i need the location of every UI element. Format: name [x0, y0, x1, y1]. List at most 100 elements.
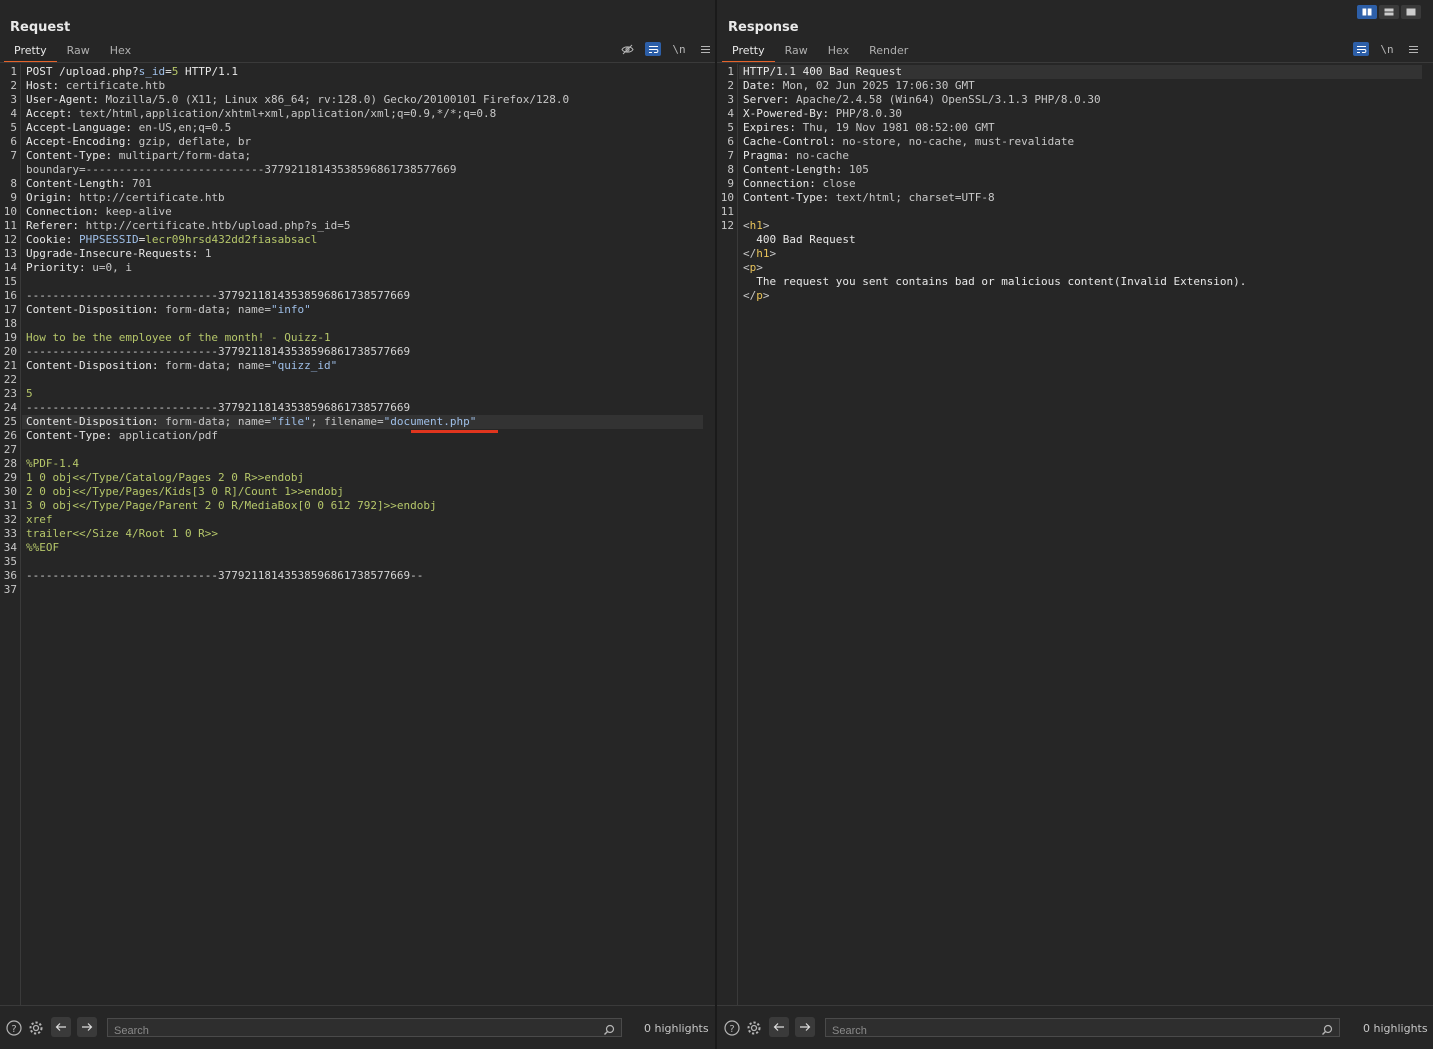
line-number: 27	[3, 443, 17, 456]
settings-gear-icon[interactable]	[746, 1020, 762, 1036]
code-line: HTTP/1.1 400 Bad Request	[743, 65, 902, 79]
response-panel: Response Pretty Raw Hex Render \n 123456…	[717, 0, 1433, 1049]
line-number	[717, 289, 734, 303]
code-token: Accept-Encoding:	[26, 135, 139, 148]
newline-icon[interactable]: \n	[671, 42, 687, 56]
stacked-layout-icon[interactable]	[1379, 5, 1399, 19]
code-token: PHPSESSID	[78, 233, 139, 246]
request-tab-hex[interactable]: Hex	[100, 42, 141, 61]
code-token: 1 0 obj<</Type/Catalog/Pages 2 0 R>>endo…	[26, 471, 305, 484]
code-token: form-data; name=	[165, 303, 272, 316]
line-number: 8	[10, 177, 17, 190]
code-line: X-Powered-By: PHP/8.0.30	[743, 107, 902, 121]
back-arrow-icon[interactable]	[51, 1017, 71, 1037]
code-token: "info"	[271, 303, 311, 316]
code-line: -----------------------------37792118143…	[26, 401, 410, 415]
request-bottom-bar: ? 0 highlights	[0, 1005, 715, 1049]
response-editor[interactable]: 1 2 3 4 5 6 7 8 9 10 11 12 HTTP/1.1 400 Bad Request…	[717, 64, 1433, 1006]
code-line: 400 Bad Request	[743, 233, 855, 247]
line-number: 6	[10, 135, 17, 148]
code-token: "quizz_id"	[271, 359, 338, 372]
request-tab-raw[interactable]: Raw	[57, 42, 100, 61]
line-number: 2	[10, 79, 17, 92]
line-number: 4	[727, 107, 734, 120]
word-wrap-icon[interactable]	[645, 42, 661, 56]
code-token: Content-Length:	[26, 177, 132, 190]
help-icon[interactable]: ?	[724, 1020, 740, 1036]
code-token: Referer:	[26, 219, 86, 232]
line-number: 23	[3, 387, 17, 400]
code-line: Host: certificate.htb	[26, 79, 165, 93]
code-line: Content-Type: application/pdf	[26, 429, 218, 443]
word-wrap-icon[interactable]	[1353, 42, 1369, 56]
code-token: Content-Disposition:	[26, 415, 166, 428]
code-token: 2 0 obj<</Type/Pages/Kids[3 0 R]/Count 1…	[26, 485, 344, 498]
code-token: Date:	[743, 79, 783, 92]
request-search-box[interactable]	[107, 1018, 622, 1040]
code-line: -----------------------------37792118143…	[26, 289, 410, 303]
tabbed-layout-icon[interactable]	[1401, 5, 1421, 19]
layout-toggle-group	[1355, 5, 1421, 19]
code-line: Expires: Thu, 19 Nov 1981 08:52:00 GMT	[743, 121, 995, 135]
hide-icon[interactable]	[619, 42, 635, 56]
code-line: </p>	[743, 289, 770, 303]
code-token: Apache/2.4.58 (Win64) OpenSSL/3.1.3 PHP/…	[795, 93, 1101, 106]
response-tab-hex[interactable]: Hex	[818, 42, 859, 61]
line-number: 14	[3, 261, 17, 274]
code-line: User-Agent: Mozilla/5.0 (X11; Linux x86_…	[26, 93, 569, 107]
settings-gear-icon[interactable]	[28, 1020, 44, 1036]
line-number: 17	[3, 303, 17, 316]
newline-icon[interactable]: \n	[1379, 42, 1395, 56]
forward-arrow-icon[interactable]	[795, 1017, 815, 1037]
line-number: 34	[3, 541, 17, 554]
code-token: %%EOF	[26, 541, 60, 554]
line-number: 35	[3, 555, 17, 568]
line-number: 37	[3, 583, 17, 596]
code-token: User-Agent:	[26, 93, 106, 106]
search-icon[interactable]	[1321, 1021, 1333, 1040]
code-token: certificate.htb	[65, 79, 166, 92]
request-search-input[interactable]	[108, 1022, 582, 1040]
forward-arrow-icon[interactable]	[77, 1017, 97, 1037]
code-token: 105	[848, 163, 869, 176]
request-panel: Request Pretty Raw Hex \n 1 2 3 4 5 6 7 8 9 10 11 1…	[0, 0, 715, 1049]
back-arrow-icon[interactable]	[769, 1017, 789, 1037]
response-highlights-count: 0 highlights	[1363, 1022, 1428, 1035]
code-line: %PDF-1.4	[26, 457, 79, 471]
code-token: PHP/8.0.30	[835, 107, 902, 120]
request-line-gutter: 1 2 3 4 5 6 7 8 9 10 11 12 13 14 15 16 17 18 19 20 21 22 23 24 2…	[0, 64, 21, 1006]
response-search-box[interactable]	[825, 1018, 1340, 1040]
code-token: Content-Type:	[743, 191, 836, 204]
code-token: trailer<</Size 4/Root 1 0 R>>	[26, 527, 219, 540]
side-by-side-layout-icon[interactable]	[1357, 5, 1377, 19]
request-title: Request	[10, 20, 71, 35]
code-token: Mon, 02 Jun 2025 17:06:30 GMT	[782, 79, 975, 92]
request-tab-pretty[interactable]: Pretty	[4, 42, 57, 63]
code-line: Content-Disposition: form-data; name="qu…	[26, 359, 337, 373]
menu-icon[interactable]	[697, 42, 713, 56]
code-token: form-data; name=	[165, 359, 272, 372]
code-token: close	[822, 177, 856, 190]
response-tab-render[interactable]: Render	[859, 42, 918, 61]
code-token: </	[743, 289, 757, 302]
response-title: Response	[728, 20, 799, 35]
code-token: Origin:	[26, 191, 79, 204]
code-line: 2 0 obj<</Type/Pages/Kids[3 0 R]/Count 1…	[26, 485, 344, 499]
help-icon[interactable]: ?	[6, 1020, 22, 1036]
code-token: -----------------------------37792118143…	[26, 345, 411, 358]
code-token: text/html,application/xhtml+xml,applicat…	[78, 107, 497, 120]
code-token: %PDF-1.4	[26, 457, 79, 470]
response-tab-raw[interactable]: Raw	[775, 42, 818, 61]
code-token: gzip, deflate, br	[138, 135, 252, 148]
code-token: Mozilla/5.0 (X11; Linux x86_64; rv:128.0…	[105, 93, 570, 106]
line-number: 26	[3, 429, 17, 442]
response-search-input[interactable]	[826, 1022, 1300, 1040]
menu-icon[interactable]	[1405, 42, 1421, 56]
search-icon[interactable]	[603, 1021, 615, 1040]
code-line: <p>	[743, 261, 763, 275]
code-token: en-US,en;q=0.5	[138, 121, 232, 134]
response-tab-pretty[interactable]: Pretty	[722, 42, 775, 63]
line-number	[717, 233, 734, 247]
request-editor[interactable]: 1 2 3 4 5 6 7 8 9 10 11 12 13 14 15 16 17 18 19 20 21 22 23 24 2…	[0, 64, 715, 1006]
code-line: How to be the employee of the month! - Q…	[26, 331, 331, 345]
